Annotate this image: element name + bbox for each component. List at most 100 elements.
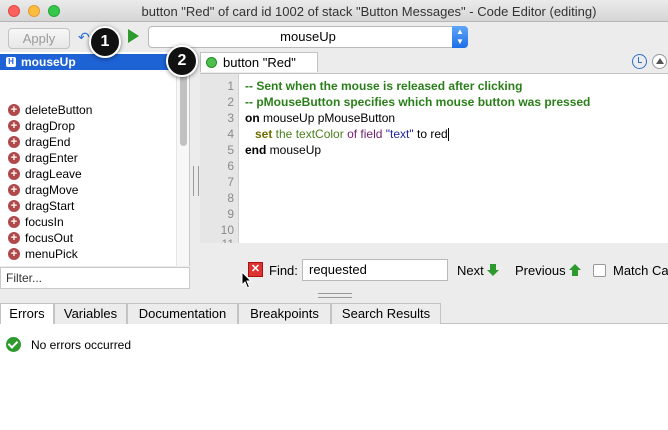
callout-1: 1 [89,26,121,58]
match-case-label: Match Ca [613,263,668,278]
editor-bottom-edge [200,243,668,249]
tab-label: button "Red" [223,55,296,70]
handler-item-focusout[interactable]: + focusOut [0,230,176,246]
line-number: 8 [227,191,234,205]
code-line-4: set the textColor of field "text" to red [255,126,449,142]
handler-item-dragstart[interactable]: + dragStart [0,198,176,214]
match-case-checkbox[interactable] [593,264,606,277]
tab-search-results[interactable]: Search Results [331,303,441,324]
pane-split-handle[interactable] [193,166,199,196]
window-title: button "Red" of card id 1002 of stack "B… [141,4,597,19]
errors-panel: No errors occurred [0,324,668,430]
title-bar: button "Red" of card id 1002 of stack "B… [0,0,668,22]
tab-variables[interactable]: Variables [54,303,127,324]
code-keyword: on [245,111,260,125]
line-number: 5 [227,143,234,157]
code-keyword: end [245,143,267,157]
handler-item-label: dragEnter [25,151,78,165]
code-property: textColor [295,127,344,141]
plus-icon: + [8,120,20,132]
handler-select-value: mouseUp [280,29,336,44]
handler-item-mouseup[interactable]: H mouseUp [0,54,176,70]
find-label: Find: [269,263,298,278]
line-number: 9 [227,207,234,221]
arrow-down-icon[interactable] [487,264,499,276]
line-number: 4 [227,127,234,141]
handler-item-label: mouseUp [21,55,76,69]
handler-item-label: dragDrop [25,119,76,133]
line-number: 2 [227,95,234,109]
tab-breakpoints[interactable]: Breakpoints [238,303,331,324]
code-text: the [272,127,296,141]
handler-item-label: dragMove [25,183,79,197]
clock-icon[interactable] [632,54,647,69]
apply-button[interactable]: Apply [8,28,70,49]
panel-resize-handle[interactable] [318,293,352,298]
line-number: 6 [227,159,234,173]
code-text: mouseUp [266,143,322,157]
handler-item-label: focusOut [25,231,74,245]
handler-item-dragleave[interactable]: + dragLeave [0,166,176,182]
handler-item-label: dragStart [25,199,75,213]
handler-item-label: dragEnd [25,135,71,149]
tab-errors[interactable]: Errors [0,303,54,325]
code-line-2: -- pMouseButton specifies which mouse bu… [245,95,591,109]
handler-item-deletebutton[interactable]: + deleteButton [0,102,176,118]
handler-item-dragenter[interactable]: + dragEnter [0,150,176,166]
plus-icon: + [8,248,20,260]
back-arrow-icon[interactable]: ↶ [78,29,90,46]
line-number: 10 [220,223,234,237]
run-icon[interactable] [128,29,139,43]
handler-item-dragend[interactable]: + dragEnd [0,134,176,150]
handler-list-scrollbar[interactable] [176,52,189,266]
find-previous-button[interactable]: Previous [515,263,566,278]
tab-button-red[interactable]: button "Red" [200,52,318,72]
handler-item-dragmove[interactable]: + dragMove [0,182,176,198]
text-caret [447,128,449,142]
line-number: 7 [227,175,234,189]
line-number: 3 [227,111,234,125]
code-editor[interactable]: 1 2 3 4 5 6 7 8 9 10 11 -- Sent when the… [200,73,668,244]
plus-icon: + [8,184,20,196]
callout-2: 2 [166,45,198,77]
plus-icon: + [8,232,20,244]
chevron-updown-icon: ▲ ▼ [452,26,468,48]
handler-list: H mouseUp + deleteButton + dragDrop + dr… [0,52,190,266]
handler-item-label: focusIn [25,215,64,229]
handler-item-menupick[interactable]: + menuPick [0,246,176,262]
plus-icon: + [8,168,20,180]
handler-item-label: deleteButton [25,103,93,117]
find-input[interactable]: requested [302,259,448,281]
find-next-button[interactable]: Next [457,263,484,278]
code-line-1: -- Sent when the mouse is released after… [245,79,523,93]
status-message: No errors occurred [31,338,132,352]
plus-icon: + [8,136,20,148]
status-dot-icon [206,57,217,68]
handler-select[interactable]: mouseUp ▲ ▼ [148,26,468,48]
handler-item-dragdrop[interactable]: + dragDrop [0,118,176,134]
scrollbar-thumb[interactable] [180,72,187,146]
line-number-gutter: 1 2 3 4 5 6 7 8 9 10 11 [200,74,239,244]
editor-tab-bar: button "Red" [200,52,668,72]
checkmark-icon [6,337,21,352]
bottom-tab-bar: Errors Variables Documentation Breakpoin… [0,303,668,325]
plus-icon: + [8,200,20,212]
handler-item-focusin[interactable]: + focusIn [0,214,176,230]
code-string: "text" [385,127,414,141]
code-line-5: end mouseUp [245,142,321,158]
code-text: mouseUp pMouseButton [259,111,396,125]
handler-badge-icon: H [6,57,16,67]
plus-icon: + [8,104,20,116]
arrow-up-icon[interactable] [569,264,581,276]
tab-documentation[interactable]: Documentation [127,303,238,324]
arrow-up-icon[interactable] [652,54,667,69]
handler-item-label: menuPick [25,247,78,261]
code-command: set [255,127,273,141]
filter-input[interactable]: Filter... [0,267,190,289]
plus-icon: + [8,216,20,228]
line-number: 1 [227,79,234,93]
code-line-3: on mouseUp pMouseButton [245,110,395,126]
code-text: to red [413,127,448,141]
plus-icon: + [8,152,20,164]
code-object: field [360,127,383,141]
